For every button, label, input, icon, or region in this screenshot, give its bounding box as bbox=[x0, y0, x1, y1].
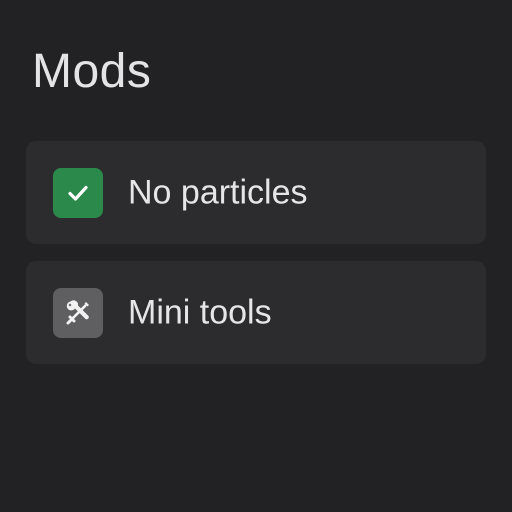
checkmark-icon bbox=[68, 185, 88, 201]
mod-item-mini-tools[interactable]: Mini tools bbox=[26, 261, 486, 364]
mod-label: Mini tools bbox=[128, 293, 272, 331]
mod-icon-container bbox=[53, 288, 103, 338]
tools-icon bbox=[66, 300, 89, 325]
mod-label: No particles bbox=[128, 173, 308, 211]
mod-enabled-checkbox[interactable] bbox=[53, 168, 103, 218]
mod-list: No particles Mini tools bbox=[26, 141, 486, 381]
mod-item-no-particles[interactable]: No particles bbox=[26, 141, 486, 244]
page-title: Mods bbox=[32, 45, 152, 98]
